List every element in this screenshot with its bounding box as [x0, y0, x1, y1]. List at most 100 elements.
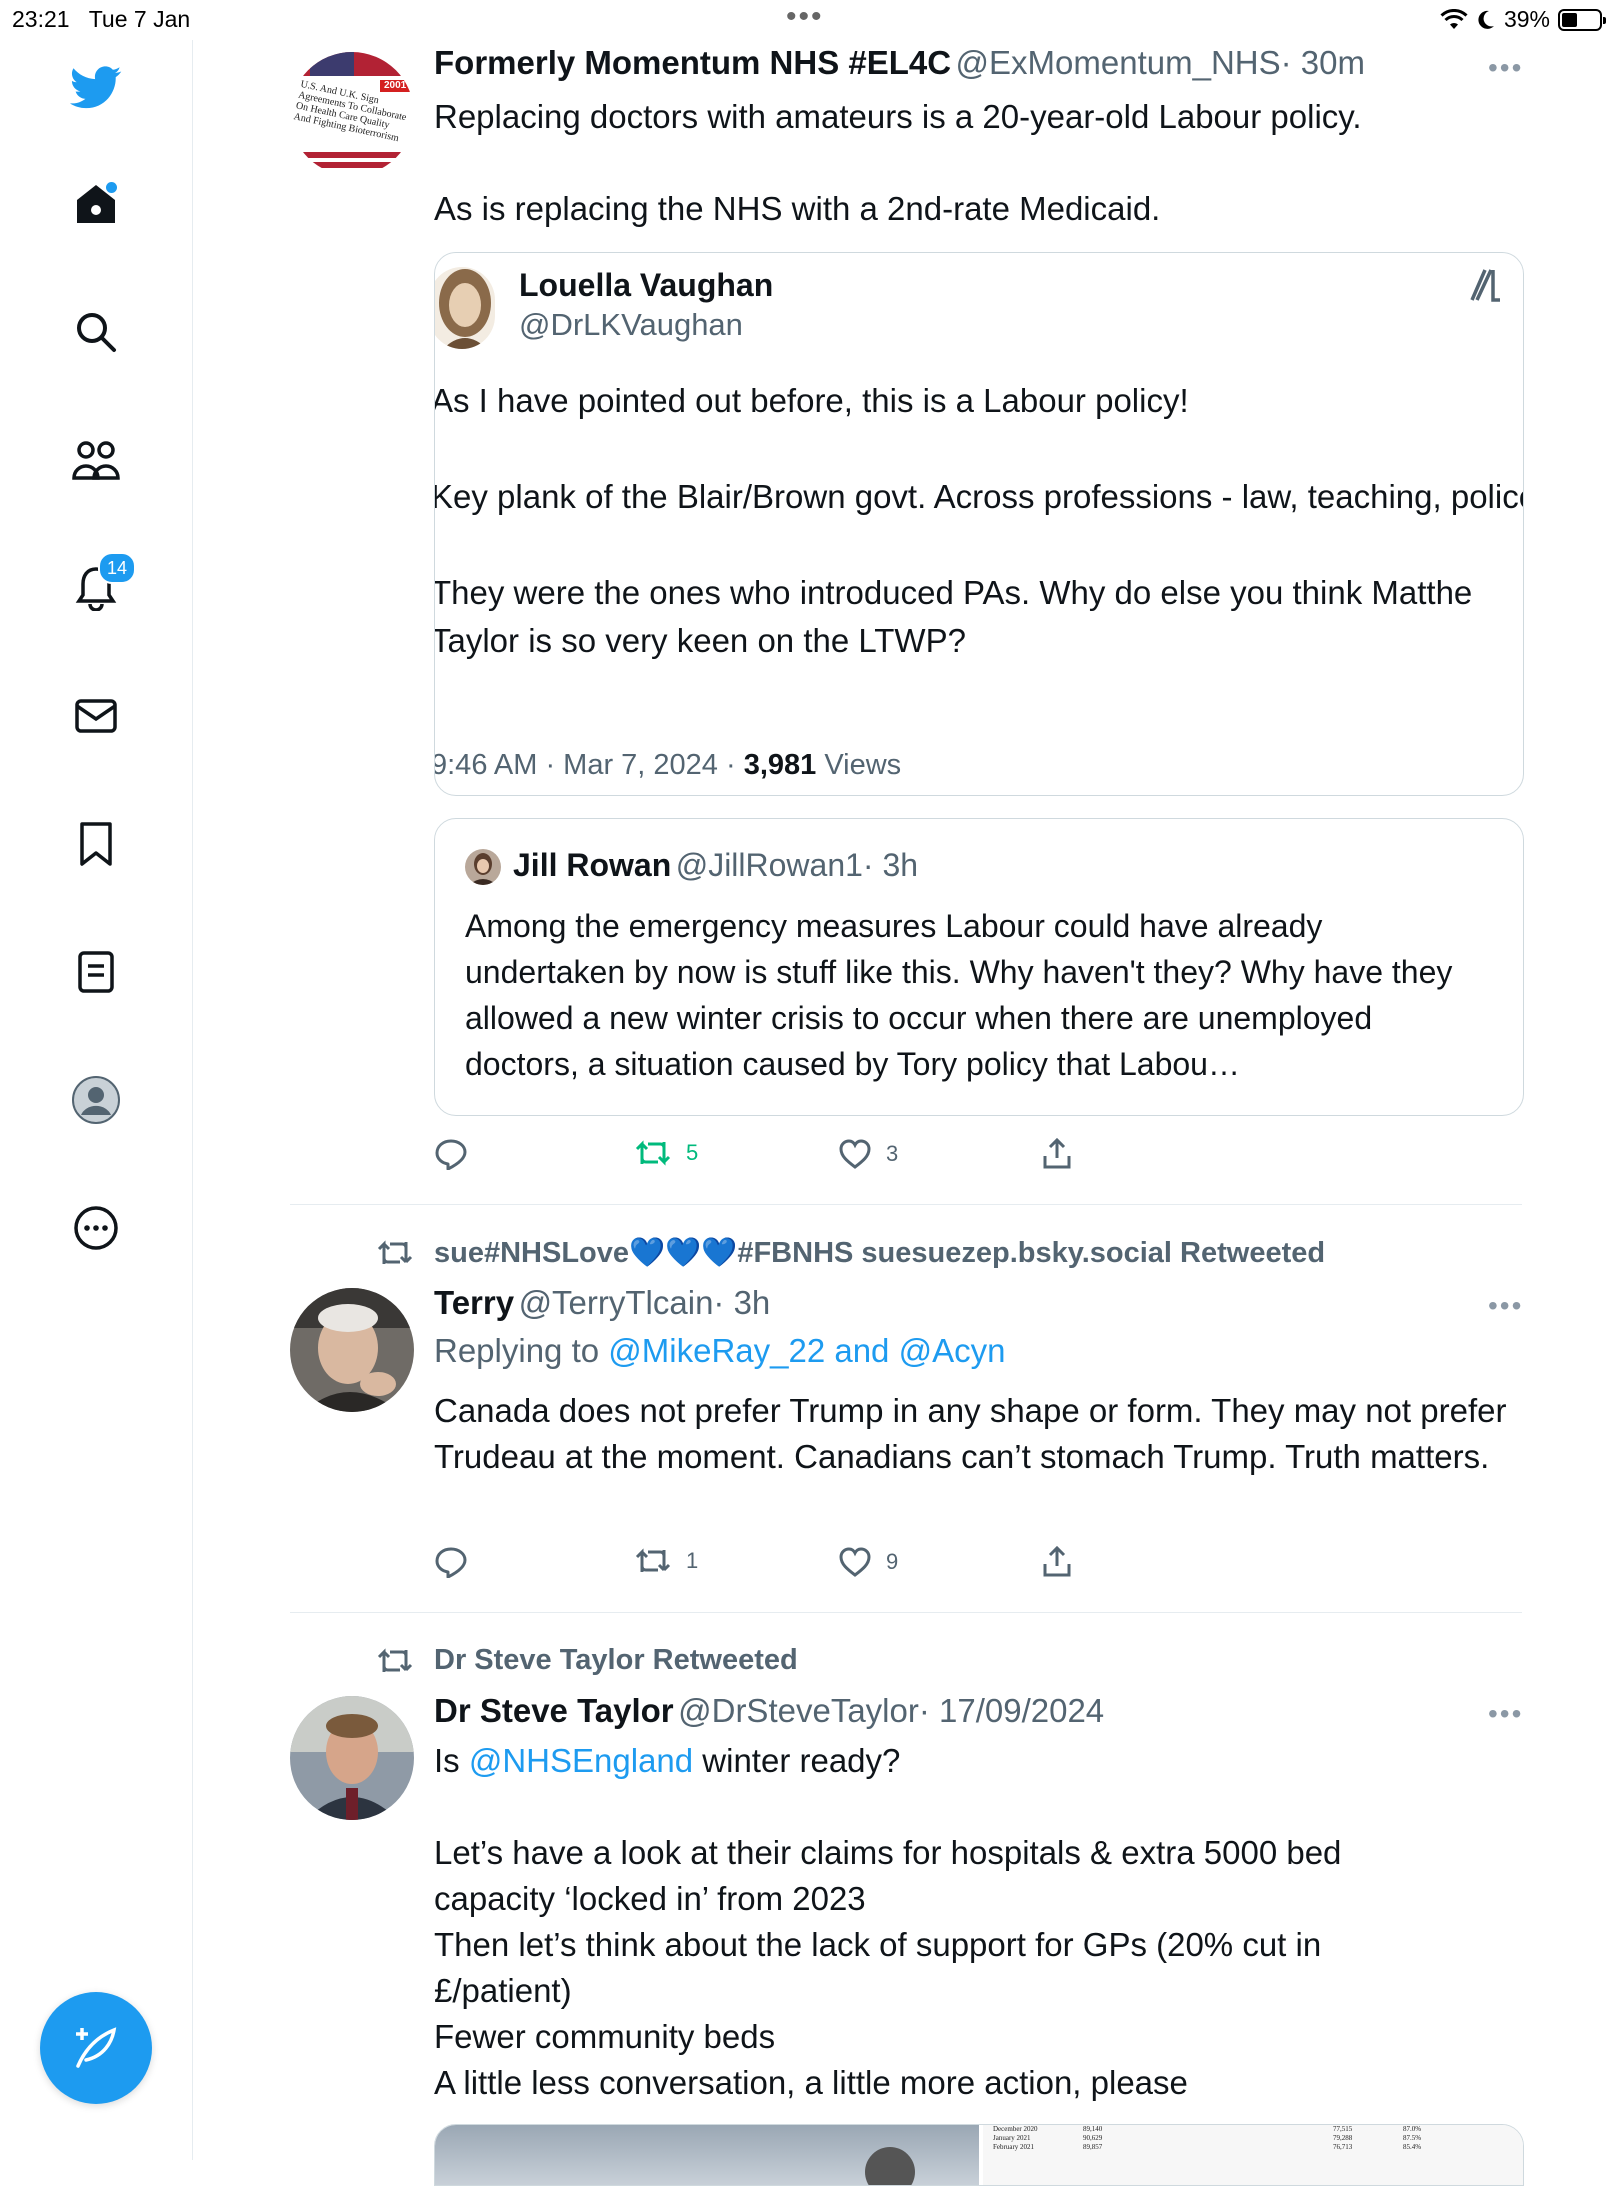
media-table-cell: 76,713	[1333, 2143, 1353, 2151]
reply-button[interactable]	[434, 1546, 468, 1578]
reply-button[interactable]	[434, 1138, 468, 1170]
mail-icon	[75, 699, 117, 733]
tweet-more-button[interactable]: •••	[1488, 52, 1523, 84]
tweet-author-name[interactable]: Dr Steve Taylor	[434, 1692, 674, 1729]
more-circle-icon	[74, 1206, 118, 1250]
compose-tweet-button[interactable]	[40, 1992, 152, 2104]
battery-icon	[1558, 8, 1606, 31]
embedded-tweet-card[interactable]: Louella Vaughan @DrLKVaughan As I have p…	[434, 252, 1524, 796]
media-table-cell: February 2021	[993, 2143, 1035, 2151]
x-logo-icon	[1470, 269, 1500, 302]
tweet-text-prefix: Is	[434, 1742, 469, 1779]
media-table-cell: 89,857	[1083, 2143, 1103, 2151]
media-play-icon[interactable]	[865, 2147, 915, 2185]
search-icon	[77, 313, 116, 352]
reply-icon	[435, 1547, 467, 1578]
multitasking-dots-icon[interactable]: •••	[786, 0, 824, 34]
nav-bookmarks[interactable]	[60, 808, 132, 880]
tweet-avatar[interactable]	[290, 1696, 414, 1820]
nav-home[interactable]	[60, 168, 132, 240]
retweet-count: 1	[686, 1548, 699, 1573]
status-time: 23:21 Tue 7 Jan	[12, 6, 190, 33]
twitter-logo-icon[interactable]	[60, 52, 132, 124]
like-button[interactable]: 3	[838, 1138, 898, 1170]
like-button[interactable]: 9	[838, 1546, 898, 1578]
tweet-more-button[interactable]: •••	[1488, 1698, 1523, 1730]
nav-communities[interactable]	[60, 424, 132, 496]
status-clock: 23:21	[12, 6, 70, 32]
nav-more[interactable]	[60, 1192, 132, 1264]
embed-author-avatar	[435, 267, 495, 349]
tweet-avatar[interactable]: 2001 U.S. And U.K. Sign Agreements To Co…	[290, 52, 414, 176]
notifications-badge: 14	[98, 552, 136, 584]
tweet-author-handle[interactable]: @DrSteveTaylor	[678, 1692, 919, 1729]
tweet-author-name[interactable]: Formerly Momentum NHS #EL4C	[434, 44, 951, 81]
retweeted-by-icon	[377, 1648, 413, 1672]
retweeted-by-label[interactable]: sue#NHSLove💙💙💙#FBNHS suesuezep.bsky.soci…	[434, 1236, 1325, 1270]
quote-author-avatar	[465, 849, 501, 885]
media-table-cell: 89,140	[1083, 2125, 1103, 2133]
quote-author-name: Jill Rowan	[513, 847, 672, 883]
tweet-text: Is @NHSEngland winter ready?	[434, 1738, 1524, 1784]
replying-to-users[interactable]: @MikeRay_22 and @Acyn	[608, 1332, 1005, 1369]
heart-icon	[839, 1139, 871, 1169]
media-table-row: January 2021 90,629 79,288 87.5%	[993, 2134, 1513, 2143]
embed-views-count: 3,981	[743, 749, 817, 781]
media-table-cell: 79,288	[1333, 2134, 1353, 2142]
nav-profile[interactable]	[60, 1064, 132, 1136]
media-table-cell: December 2020	[993, 2125, 1038, 2133]
tweet-time: · 17/09/2024	[918, 1692, 1105, 1729]
quote-text: Among the emergency measures Labour coul…	[465, 908, 1453, 1082]
battery-percent: 39%	[1503, 6, 1550, 32]
tweet-more-button[interactable]: •••	[1488, 1290, 1523, 1322]
moon-icon	[1478, 10, 1494, 29]
tweet-text: Canada does not prefer Trump in any shap…	[434, 1392, 1516, 1475]
like-count: 9	[886, 1549, 899, 1574]
nav-explore[interactable]	[60, 296, 132, 368]
embed-timestamp: 9:46 AM · Mar 7, 2024 ·	[434, 749, 744, 781]
media-image-left[interactable]	[435, 2125, 979, 2185]
share-button[interactable]	[1042, 1544, 1072, 1578]
retweet-button[interactable]: 5	[634, 1138, 698, 1168]
nav-notifications[interactable]: 14	[60, 552, 136, 624]
avatar-year: 2001	[384, 80, 407, 91]
media-table-cell: 77,515	[1333, 2125, 1353, 2133]
mention-link[interactable]: @NHSEngland	[469, 1742, 693, 1779]
tweet-text: Replacing doctors with amateurs is a 20-…	[434, 98, 1362, 227]
status-indicators: 39%	[1440, 6, 1606, 33]
wifi-icon	[1440, 8, 1468, 29]
list-icon	[78, 951, 114, 993]
embed-author-name: Louella Vaughan	[519, 267, 774, 303]
nav-lists[interactable]	[60, 936, 132, 1008]
tweet-author-handle[interactable]: @TerryTlcain	[519, 1284, 714, 1321]
tweet-time: · 3h	[713, 1284, 771, 1321]
tweet-divider	[290, 1204, 1522, 1205]
tweet-media[interactable]: December 2020 89,140 77,515 87.0% January 2…	[434, 2124, 1524, 2186]
status-date: Tue 7 Jan	[88, 6, 191, 32]
quote-time: · 3h	[862, 847, 919, 883]
tweet-avatar[interactable]	[290, 1288, 414, 1412]
tweet-text-body: Let’s have a look at their claims for ho…	[434, 1834, 1342, 2101]
embed-author-handle: @DrLKVaughan	[519, 307, 743, 342]
nav-messages[interactable]	[60, 680, 132, 752]
replying-to: Replying to @MikeRay_22 and @Acyn	[434, 1332, 1005, 1370]
tweet-author-name[interactable]: Terry	[434, 1284, 514, 1321]
reply-icon	[435, 1139, 467, 1170]
quote-header: Jill Rowan @JillRowan1· 3h	[513, 847, 918, 884]
retweeted-by-icon	[377, 1240, 413, 1264]
retweeted-by-label[interactable]: Dr Steve Taylor Retweeted	[434, 1644, 798, 1677]
tweet-text-suffix: winter ready?	[693, 1742, 901, 1779]
embed-meta: 9:46 AM · Mar 7, 2024 · 3,981 Views	[434, 749, 901, 782]
retweet-icon	[635, 1140, 671, 1166]
media-image-table[interactable]: December 2020 89,140 77,515 87.0% January 2…	[983, 2125, 1523, 2185]
tweet-author-handle[interactable]: @ExMomentum_NHS	[956, 44, 1281, 81]
share-button[interactable]	[1042, 1136, 1072, 1170]
retweet-button[interactable]: 1	[634, 1546, 698, 1576]
like-count: 3	[886, 1141, 899, 1166]
media-table-cell: 87.5%	[1403, 2134, 1422, 2142]
media-table-row: February 2021 89,857 76,713 85.4%	[993, 2143, 1513, 2152]
quoted-tweet-card[interactable]: Jill Rowan @JillRowan1· 3h Among the eme…	[434, 818, 1524, 1116]
retweet-icon	[635, 1548, 671, 1572]
media-table-cell: 87.0%	[1403, 2125, 1422, 2133]
retweet-count: 5	[686, 1140, 699, 1165]
